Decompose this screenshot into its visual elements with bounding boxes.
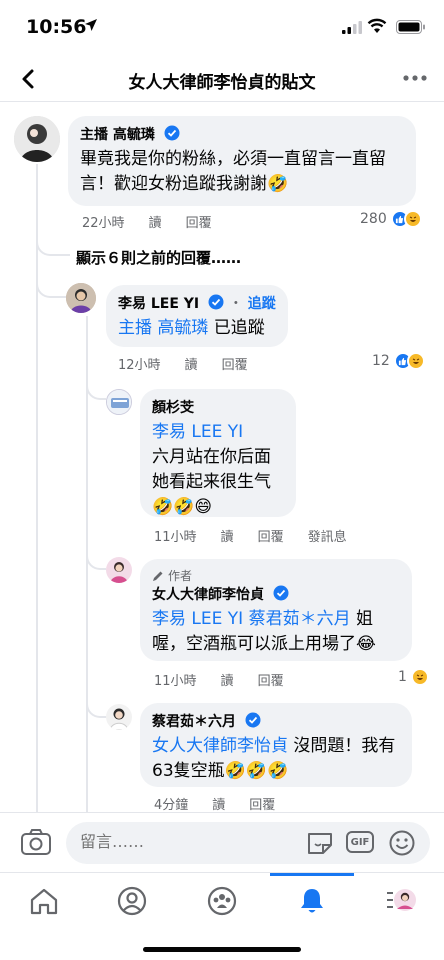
thread-connector [36,220,70,256]
pencil-icon [153,571,163,581]
more-options-icon[interactable] [400,66,430,90]
emoji-icon[interactable] [388,829,416,857]
wifi-icon [367,18,387,33]
show-previous-replies[interactable]: 顯示６則之前的回覆…… [76,247,241,268]
reply-button[interactable]: 回覆 [258,670,284,689]
haha-reaction-icon [406,352,425,370]
verified-badge-icon [164,125,180,141]
tab-profile[interactable] [112,881,152,921]
thread-connector [86,688,106,718]
reaction-count: 280 [360,211,387,227]
home-icon [30,888,58,915]
camera-icon[interactable] [20,827,52,857]
like-button[interactable]: 讀 [212,794,225,813]
active-tab-indicator [270,873,354,876]
tab-groups[interactable] [202,881,242,921]
reaction-count: 1 [398,669,407,685]
reaction-summary[interactable]: 1 [398,668,429,686]
send-message-button[interactable]: 發訊息 [308,526,347,545]
reply-actions: 11小時 讀 回覆 發訊息 [154,526,347,545]
verified-badge-icon [273,585,289,601]
like-button[interactable]: 讀 [221,526,234,545]
mention-link[interactable]: 女人大律師李怡貞 [152,736,288,756]
menu-avatar-icon [387,889,416,911]
location-arrow-icon [85,19,97,31]
reply-button[interactable]: 回覆 [249,794,275,813]
reply-button[interactable]: 回覆 [258,526,284,545]
comment-bubble[interactable]: 主播 高毓璘 畢竟我是你的粉絲，必須一直留言一直留言！歡迎女粉追蹤我謝謝🤣 [68,116,416,206]
tab-notifications[interactable] [292,881,332,921]
commenter-name[interactable]: 顏杉芠 [152,397,284,417]
top-nav: 女人大律師李怡貞的貼文 [0,56,444,102]
reaction-summary[interactable]: 12 [372,352,425,370]
page-title: 女人大律師李怡貞的貼文 [128,73,316,93]
profile-icon [117,886,147,916]
groups-icon [207,886,237,916]
reply-bubble[interactable]: 作者 女人大律師李怡貞 李易 LEE YI 蔡君茹＊六月 姐喔，空酒瓶可以派上用… [140,559,412,661]
like-button[interactable]: 讀 [185,354,198,373]
comment-field[interactable]: GIF [66,822,430,864]
bottom-tab-bar [0,872,444,960]
status-time: 10:56 [26,16,87,38]
comment-time: 22小時 [82,216,125,231]
reply-button[interactable]: 回覆 [222,354,248,373]
verified-badge-icon [245,712,261,728]
battery-icon [396,20,425,34]
reply-bubble[interactable]: 蔡君茹＊六月 女人大律師李怡貞 沒問題！我有63隻空瓶🤣🤣🤣 [140,703,412,787]
commenter-name[interactable]: 主播 高毓璘 [80,127,155,143]
reply-text: 已追蹤 [208,318,265,338]
haha-reaction-icon [403,210,422,228]
comment-actions: 22小時 讀 回覆 [82,212,212,231]
status-bar: 10:56 [0,0,444,56]
reply-time: 12小時 [118,358,161,373]
reply-bubble[interactable]: 李易 LEE YI ・ 追蹤 主播 高毓璘 已追蹤 [106,285,288,347]
avatar[interactable] [106,704,132,730]
thread-connector [86,370,106,400]
reply-actions: 4分鐘 讀 回覆 [154,794,275,813]
reaction-count: 12 [372,353,390,369]
avatar[interactable] [66,283,96,313]
commenter-name[interactable]: 李易 LEE YI [118,296,199,312]
tab-home[interactable] [24,881,64,921]
follow-button[interactable]: 追蹤 [248,296,276,312]
avatar[interactable] [14,116,60,162]
thread-connector [86,540,106,570]
sticker-icon[interactable] [306,830,334,856]
bell-icon [301,889,323,913]
comment-input[interactable] [80,832,280,851]
thread-connector [36,262,68,298]
like-button[interactable]: 讀 [221,670,234,689]
like-button[interactable]: 讀 [149,212,162,231]
comment-text: 畢竟我是你的粉絲，必須一直留言一直留言！歡迎女粉追蹤我謝謝🤣 [80,149,386,194]
commenter-name[interactable]: 蔡君茹＊六月 [152,714,236,730]
mention-link[interactable]: 主播 高毓璘 [118,318,208,338]
reply-time: 11小時 [154,530,197,545]
reply-actions: 12小時 讀 回覆 [118,354,248,373]
reply-button[interactable]: 回覆 [186,212,212,231]
gif-button[interactable]: GIF [346,831,374,853]
avatar[interactable] [106,557,132,583]
avatar[interactable] [106,389,132,415]
reaction-summary[interactable]: 280 [360,210,422,228]
tab-menu[interactable] [382,881,422,921]
mention-link[interactable]: 李易 LEE YI 蔡君茹＊六月 [152,609,351,629]
reply-actions: 11小時 讀 回覆 [154,670,284,689]
home-indicator [143,947,301,952]
cellular-signal-icon [342,21,362,34]
reply-time: 11小時 [154,674,197,689]
reply-bubble[interactable]: 顏杉芠 李易 LEE YI 六月站在你后面 她看起来很生气 🤣🤣😄 [140,389,296,517]
comment-composer: GIF [0,812,444,872]
mention-link[interactable]: 李易 LEE YI [152,422,243,442]
haha-reaction-icon [410,668,429,686]
reply-text: 六月站在你后面 她看起来很生气 🤣🤣😄 [152,447,271,517]
author-tag: 作者 [168,569,193,583]
reply-time: 4分鐘 [154,798,189,813]
commenter-name[interactable]: 女人大律師李怡貞 [152,587,264,603]
verified-badge-icon [208,294,224,310]
